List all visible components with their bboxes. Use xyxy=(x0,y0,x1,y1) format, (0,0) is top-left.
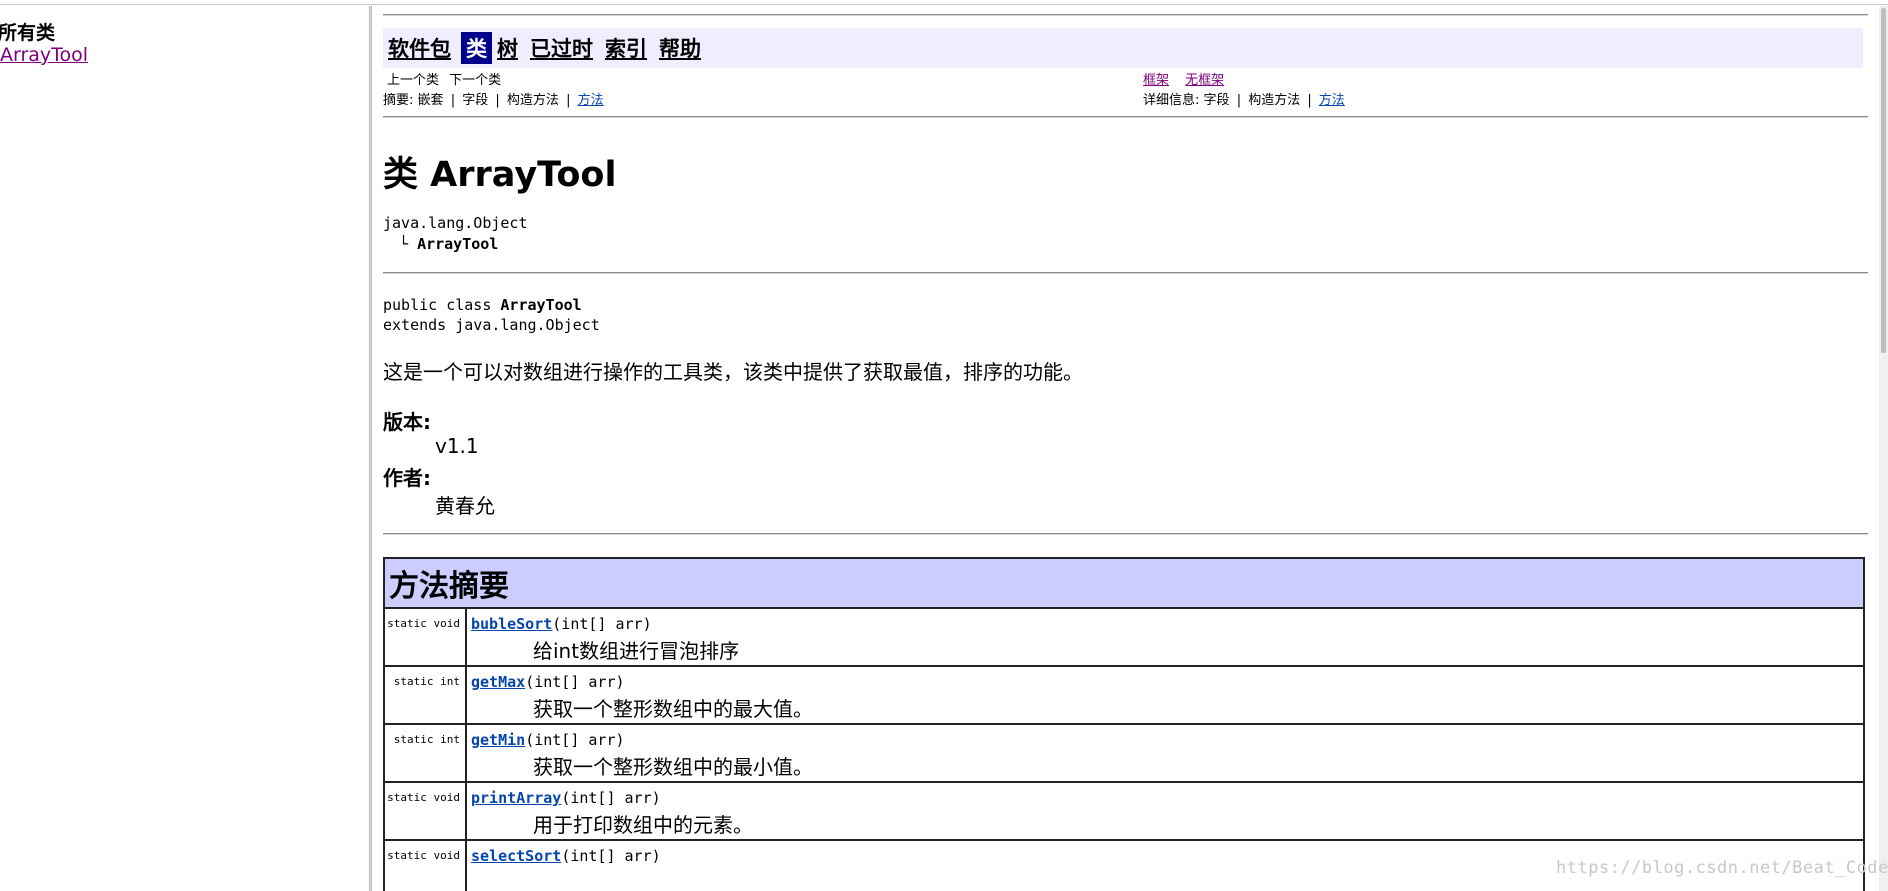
detail-method-link[interactable]: 方法 xyxy=(1319,93,1345,108)
summary-nested: 嵌套 xyxy=(417,93,444,108)
table-row: static int getMin(int[] arr) 获取一个整形数组中的最… xyxy=(385,725,1863,783)
class-declaration: public class ArrayTool xyxy=(383,296,582,314)
version-label: 版本: xyxy=(383,410,431,434)
frames-link[interactable]: 框架 xyxy=(1143,73,1169,88)
inheritance-child: └ ArrayTool xyxy=(399,235,498,253)
author-label: 作者: xyxy=(383,466,431,490)
table-row: static int getMax(int[] arr) 获取一个整形数组中的最… xyxy=(385,667,1863,725)
class-detail-frame: 软件包 类 树 已过时 索引 帮助 上一个类 下一个类 框架 无框架 摘要: 嵌… xyxy=(373,6,1888,891)
method-description: 获取一个整形数组中的最大值。 xyxy=(533,697,813,721)
summary-method-link[interactable]: 方法 xyxy=(578,93,604,108)
class-list-frame: 所有类 ArrayTool xyxy=(0,6,369,891)
method-description: 获取一个整形数组中的最小值。 xyxy=(533,755,813,779)
method-modifier: static void xyxy=(385,841,467,891)
method-params: (int[] arr) xyxy=(561,789,661,807)
sep: | xyxy=(495,93,500,108)
method-link-getmin[interactable]: getMin xyxy=(471,731,525,749)
prev-class: 上一个类 xyxy=(387,73,440,88)
nav-index[interactable]: 索引 xyxy=(605,33,647,63)
nav-class-selected: 类 xyxy=(461,32,492,64)
decl-prefix: public class xyxy=(383,296,501,314)
method-description: 用于打印数组中的元素。 xyxy=(533,813,753,837)
inheritance-parent: java.lang.Object xyxy=(383,214,528,232)
nav-tree[interactable]: 树 xyxy=(497,33,518,63)
method-modifier: static int xyxy=(385,725,467,781)
watermark-text: https://blog.csdn.net/Beat_Coder xyxy=(1556,858,1888,878)
summary-constructor: 构造方法 xyxy=(506,93,559,108)
no-frames-link[interactable]: 无框架 xyxy=(1185,73,1224,88)
class-description: 这是一个可以对数组进行操作的工具类，该类中提供了获取最值，排序的功能。 xyxy=(383,360,1083,384)
divider-summary xyxy=(383,533,1868,535)
method-params: (int[] arr) xyxy=(525,673,625,691)
nav-deprecated[interactable]: 已过时 xyxy=(530,33,593,63)
method-link-printarray[interactable]: printArray xyxy=(471,789,561,807)
detail-nav: 详细信息: 字段 | 构造方法 | 方法 xyxy=(1143,89,1345,108)
method-modifier: static int xyxy=(385,667,467,723)
summary-field: 字段 xyxy=(462,93,489,108)
inheritance-child-name: ArrayTool xyxy=(417,235,499,253)
frame-divider[interactable] xyxy=(369,6,372,891)
class-extends: extends java.lang.Object xyxy=(383,316,600,334)
next-class: 下一个类 xyxy=(449,73,502,88)
method-link-getmax[interactable]: getMax xyxy=(471,673,525,691)
sep: | xyxy=(566,93,571,108)
summary-nav: 摘要: 嵌套 | 字段 | 构造方法 | 方法 xyxy=(383,89,604,108)
sep: | xyxy=(1307,93,1312,108)
top-navbar: 软件包 类 树 已过时 索引 帮助 xyxy=(383,28,1863,68)
version-value: v1.1 xyxy=(435,434,479,458)
method-modifier: static void xyxy=(385,783,467,839)
author-value: 黄春允 xyxy=(435,494,495,518)
method-link-selectsort[interactable]: selectSort xyxy=(471,847,561,865)
summary-label: 摘要: xyxy=(383,93,414,108)
divider-inheritance xyxy=(383,272,1868,274)
nav-package[interactable]: 软件包 xyxy=(388,33,451,63)
frame-toggle: 框架 无框架 xyxy=(1143,69,1224,88)
tree-branch-icon: └ xyxy=(399,235,409,253)
method-params: (int[] arr) xyxy=(561,847,661,865)
class-title: 类 ArrayTool xyxy=(383,155,617,195)
window-top-edge xyxy=(0,0,1888,5)
decl-name: ArrayTool xyxy=(500,296,582,314)
nav-help[interactable]: 帮助 xyxy=(659,33,701,63)
divider-nav xyxy=(383,116,1868,118)
method-modifier: static void xyxy=(385,609,467,665)
scrollbar-thumb[interactable] xyxy=(1881,8,1886,353)
method-params: (int[] arr) xyxy=(525,731,625,749)
all-classes-heading: 所有类 xyxy=(0,22,56,44)
method-summary-title: 方法摘要 xyxy=(389,569,509,604)
sep: | xyxy=(1236,93,1242,108)
detail-field: 字段 xyxy=(1203,93,1230,108)
method-summary-table: 方法摘要 static void bubleSort(int[] arr) 给i… xyxy=(383,557,1865,891)
sep: | xyxy=(450,93,456,108)
table-row: static void printArray(int[] arr) 用于打印数组… xyxy=(385,783,1863,841)
class-link-arraytool[interactable]: ArrayTool xyxy=(0,44,88,66)
method-description: 给int数组进行冒泡排序 xyxy=(533,639,740,663)
method-summary-header: 方法摘要 xyxy=(385,559,1863,609)
detail-label: 详细信息: xyxy=(1143,93,1200,108)
divider-top xyxy=(383,14,1868,16)
method-link-bublesort[interactable]: bubleSort xyxy=(471,615,552,633)
table-row: static void bubleSort(int[] arr) 给int数组进… xyxy=(385,609,1863,667)
detail-constructor: 构造方法 xyxy=(1248,93,1301,108)
method-params: (int[] arr) xyxy=(552,615,652,633)
prev-next-nav: 上一个类 下一个类 xyxy=(387,69,501,88)
